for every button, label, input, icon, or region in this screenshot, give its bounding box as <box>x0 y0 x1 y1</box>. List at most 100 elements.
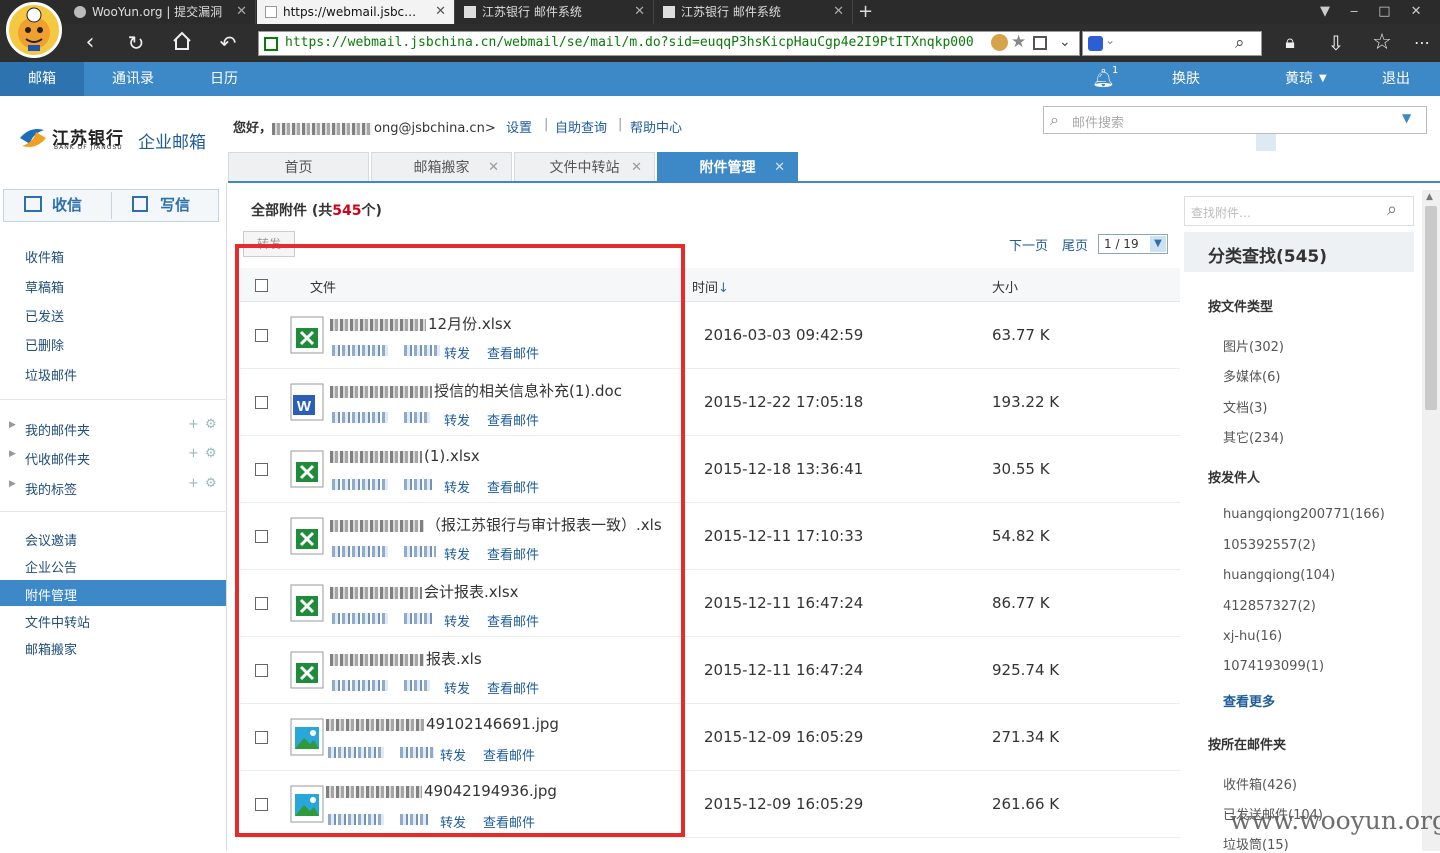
search-icon[interactable]: ⌕ <box>1235 33 1245 53</box>
last-page-link[interactable]: 尾页 <box>1062 235 1088 254</box>
star-icon[interactable]: ☆ <box>1368 30 1396 56</box>
chevron-right-icon[interactable]: ▶ <box>9 449 16 459</box>
gear-icon[interactable]: ⚙ <box>205 446 217 461</box>
filter-type-document[interactable]: 文档(3) <box>1223 397 1267 416</box>
chevron-down-icon[interactable]: ▼ <box>1402 111 1411 125</box>
sidebar-item-drafts[interactable]: 草稿箱 <box>25 277 64 296</box>
filter-sender[interactable]: huangqiong200771(166) <box>1223 507 1385 522</box>
sidebar-item-meetings[interactable]: 会议邀请 <box>25 530 77 549</box>
compose-button[interactable]: 写信 <box>132 190 190 221</box>
avatar[interactable] <box>1256 131 1276 151</box>
tab-mail-move[interactable]: 邮箱搬家 ✕ <box>371 152 512 182</box>
receive-button[interactable]: 收信 <box>24 190 82 221</box>
chevron-down-icon[interactable]: ⌄ <box>1059 34 1071 50</box>
add-tag-icon[interactable]: + <box>188 476 199 491</box>
chevron-right-icon[interactable]: ▶ <box>9 420 16 430</box>
help-center-link[interactable]: 帮助中心 <box>630 117 682 136</box>
scrollbar-thumb[interactable] <box>1425 206 1437 410</box>
browser-tab-wooyun[interactable]: WooYun.org | 提交漏洞 ✕ <box>66 0 256 24</box>
tab-file-transfer[interactable]: 文件中转站 ✕ <box>514 152 655 182</box>
back-icon[interactable]: ‹ <box>76 30 104 56</box>
tab-home[interactable]: 首页 <box>228 152 369 182</box>
add-folder-icon[interactable]: + <box>188 446 199 461</box>
sidebar-item-deleted[interactable]: 已删除 <box>25 335 64 354</box>
qr-icon[interactable] <box>1033 36 1047 50</box>
close-icon[interactable]: ✕ <box>634 0 645 24</box>
browser-tab-webmail[interactable]: https://webmail.jsbc… ✕ <box>257 0 455 24</box>
url-text[interactable]: https://webmail.jsbchina.cn/webmail/se/m… <box>285 35 974 50</box>
view-more-link[interactable]: 查看更多 <box>1223 691 1275 710</box>
browser-tab-jsb-1[interactable]: 江苏银行 邮件系统 ✕ <box>456 0 654 24</box>
close-icon[interactable]: ✕ <box>774 153 785 183</box>
filter-type-media[interactable]: 多媒体(6) <box>1223 366 1280 385</box>
cookie-icon[interactable] <box>991 34 1008 51</box>
close-window-icon[interactable]: ✕ <box>1411 4 1440 19</box>
sidebar-item-mail-move[interactable]: 邮箱搬家 <box>25 639 77 658</box>
chevron-right-icon[interactable]: ▶ <box>9 479 16 489</box>
page-select[interactable]: 1 / 19 ▼ <box>1098 234 1168 254</box>
close-icon[interactable]: ✕ <box>833 0 844 24</box>
logout-link[interactable]: 退出 <box>1382 62 1410 96</box>
filter-sender[interactable]: 412857327(2) <box>1223 599 1316 614</box>
next-page-link[interactable]: 下一页 <box>1009 235 1048 254</box>
sidebar-item-spam[interactable]: 垃圾邮件 <box>25 365 77 384</box>
mail-search-box[interactable]: ⌕ 邮件搜索 ▼ <box>1043 106 1427 134</box>
filter-folder-trash[interactable]: 垃圾筒(15) <box>1223 834 1289 853</box>
maximize-icon[interactable]: □ <box>1378 4 1410 19</box>
attachment-search-box[interactable]: 查找附件… ⌕ <box>1184 196 1414 226</box>
shirt-icon[interactable]: ▼ <box>1320 4 1350 19</box>
close-icon[interactable]: ✕ <box>236 0 247 24</box>
filter-sender[interactable]: 1074193099(1) <box>1223 659 1324 674</box>
menu-icon[interactable]: ⋯ <box>1408 30 1436 56</box>
sidebar-item-proxy-folders[interactable]: 代收邮件夹 <box>25 449 90 468</box>
filter-sender[interactable]: xj-hu(16) <box>1223 629 1282 644</box>
nav-calendar[interactable]: 日历 <box>210 62 238 96</box>
page-scrollbar[interactable]: ▲ <box>1422 190 1440 851</box>
lock-icon[interactable]: 🔒︎ <box>1276 30 1304 56</box>
chevron-down-icon[interactable]: ⌄ <box>1105 33 1115 47</box>
filter-type-image[interactable]: 图片(302) <box>1223 336 1284 355</box>
gear-icon[interactable]: ⚙ <box>205 417 217 432</box>
close-icon[interactable]: ✕ <box>435 0 446 24</box>
self-query-link[interactable]: 自助查询 <box>555 117 607 136</box>
refresh-icon[interactable]: ↻ <box>122 30 150 56</box>
user-name[interactable]: 黄琼 <box>1285 62 1313 96</box>
nav-mail[interactable]: 邮箱 <box>0 62 84 96</box>
sidebar-item-my-folders[interactable]: 我的邮件夹 <box>25 420 90 439</box>
settings-link[interactable]: 设置 <box>506 117 532 136</box>
filter-sender[interactable]: huangqiong(104) <box>1223 568 1335 583</box>
close-icon[interactable]: ✕ <box>631 153 642 183</box>
nav-contacts[interactable]: 通讯录 <box>112 62 154 96</box>
sidebar-item-file-transfer[interactable]: 文件中转站 <box>25 612 90 631</box>
chevron-down-icon[interactable]: ▼ <box>1319 62 1327 96</box>
browser-avatar-icon[interactable] <box>6 2 62 58</box>
filter-folder-inbox[interactable]: 收件箱(426) <box>1223 774 1297 793</box>
minimize-icon[interactable]: ‒ <box>1350 4 1378 19</box>
home-icon[interactable] <box>168 30 196 56</box>
add-folder-icon[interactable]: + <box>188 417 199 432</box>
tab-attachments[interactable]: 附件管理 ✕ <box>657 152 798 182</box>
close-icon[interactable]: ✕ <box>488 153 499 183</box>
star-icon[interactable]: ★ <box>1011 32 1026 52</box>
sidebar-item-tags[interactable]: 我的标签 <box>25 479 77 498</box>
sidebar-item-attachments[interactable]: 附件管理 <box>0 580 226 606</box>
sidebar-item-sent[interactable]: 已发送 <box>25 306 64 325</box>
search-icon[interactable]: ⌕ <box>1387 199 1397 220</box>
new-tab-button[interactable]: + <box>858 0 873 24</box>
skin-button[interactable]: 换肤 <box>1172 62 1200 96</box>
sidebar-item-inbox[interactable]: 收件箱 <box>25 247 64 266</box>
address-bar[interactable]: https://webmail.jsbchina.cn/webmail/se/m… <box>258 31 1080 56</box>
filter-type-other[interactable]: 其它(234) <box>1223 427 1284 446</box>
gear-icon[interactable]: ⚙ <box>205 476 217 491</box>
browser-search-box[interactable]: ⌄ ⌕ <box>1082 31 1262 56</box>
page-title: 全部附件 (共545个) <box>251 200 382 220</box>
col-time-header[interactable]: 时间↓ <box>692 277 729 296</box>
window-controls: ▼‒□✕ <box>1320 0 1440 24</box>
scroll-up-icon[interactable]: ▲ <box>1426 192 1433 202</box>
undo-icon[interactable]: ↶ <box>214 30 242 56</box>
filter-sender[interactable]: 105392557(2) <box>1223 538 1316 553</box>
col-size-header[interactable]: 大小 <box>992 277 1018 296</box>
browser-tab-jsb-2[interactable]: 江苏银行 邮件系统 ✕ <box>655 0 853 24</box>
download-icon[interactable]: ⇩ <box>1322 30 1350 56</box>
sidebar-item-announcements[interactable]: 企业公告 <box>25 557 77 576</box>
